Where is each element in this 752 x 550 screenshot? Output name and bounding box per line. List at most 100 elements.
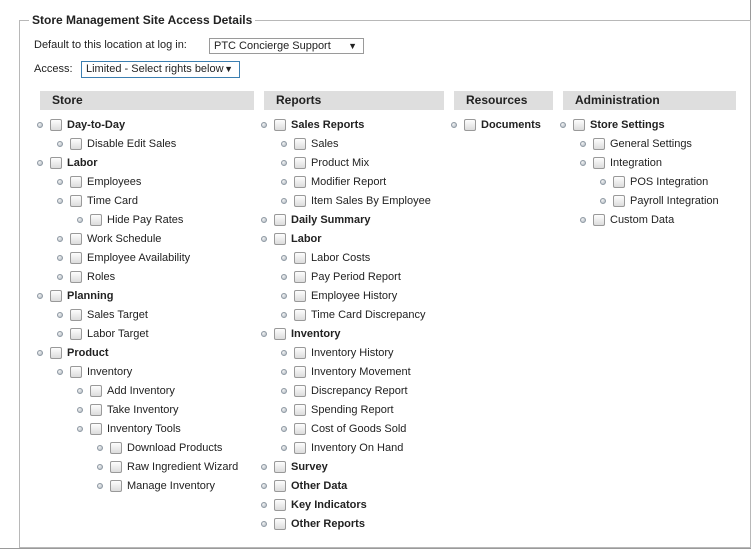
tree-bullet-icon[interactable]: [600, 179, 606, 185]
permission-checkbox[interactable]: [70, 328, 82, 340]
tree-bullet-icon[interactable]: [37, 350, 43, 356]
permission-checkbox[interactable]: [613, 176, 625, 188]
permission-checkbox[interactable]: [294, 404, 306, 416]
tree-bullet-icon[interactable]: [261, 122, 267, 128]
tree-bullet-icon[interactable]: [281, 179, 287, 185]
permission-checkbox[interactable]: [90, 423, 102, 435]
tree-bullet-icon[interactable]: [281, 293, 287, 299]
tree-bullet-icon[interactable]: [281, 312, 287, 318]
tree-bullet-icon[interactable]: [580, 160, 586, 166]
permission-checkbox[interactable]: [274, 461, 286, 473]
tree-bullet-icon[interactable]: [57, 331, 63, 337]
permission-checkbox[interactable]: [70, 138, 82, 150]
permission-checkbox[interactable]: [50, 157, 62, 169]
tree-bullet-icon[interactable]: [580, 141, 586, 147]
tree-bullet-icon[interactable]: [600, 198, 606, 204]
tree-bullet-icon[interactable]: [57, 141, 63, 147]
tree-bullet-icon[interactable]: [261, 521, 267, 527]
permission-checkbox[interactable]: [70, 176, 82, 188]
permission-checkbox[interactable]: [110, 480, 122, 492]
permission-checkbox[interactable]: [464, 119, 476, 131]
tree-bullet-icon[interactable]: [261, 483, 267, 489]
permission-checkbox[interactable]: [50, 347, 62, 359]
permission-checkbox[interactable]: [70, 271, 82, 283]
tree-bullet-icon[interactable]: [281, 445, 287, 451]
tree-bullet-icon[interactable]: [77, 388, 83, 394]
tree-bullet-icon[interactable]: [97, 445, 103, 451]
permission-checkbox[interactable]: [274, 119, 286, 131]
access-select[interactable]: Limited - Select rights below ▼: [81, 61, 240, 78]
permission-checkbox[interactable]: [90, 404, 102, 416]
tree-bullet-icon[interactable]: [281, 426, 287, 432]
tree-bullet-icon[interactable]: [261, 464, 267, 470]
permission-checkbox[interactable]: [294, 138, 306, 150]
tree-bullet-icon[interactable]: [37, 160, 43, 166]
permission-checkbox[interactable]: [110, 461, 122, 473]
default-location-select[interactable]: PTC Concierge Support ▼: [209, 38, 364, 54]
tree-bullet-icon[interactable]: [261, 331, 267, 337]
tree-bullet-icon[interactable]: [97, 483, 103, 489]
permission-checkbox[interactable]: [294, 290, 306, 302]
tree-bullet-icon[interactable]: [57, 255, 63, 261]
tree-bullet-icon[interactable]: [57, 198, 63, 204]
permission-checkbox[interactable]: [70, 309, 82, 321]
tree-bullet-icon[interactable]: [77, 407, 83, 413]
permission-checkbox[interactable]: [294, 252, 306, 264]
permission-checkbox[interactable]: [593, 214, 605, 226]
permission-checkbox[interactable]: [110, 442, 122, 454]
tree-bullet-icon[interactable]: [281, 388, 287, 394]
permission-checkbox[interactable]: [593, 157, 605, 169]
permission-checkbox[interactable]: [274, 499, 286, 511]
tree-bullet-icon[interactable]: [57, 236, 63, 242]
tree-bullet-icon[interactable]: [57, 179, 63, 185]
permission-checkbox[interactable]: [90, 385, 102, 397]
permission-checkbox[interactable]: [294, 271, 306, 283]
permission-checkbox[interactable]: [294, 423, 306, 435]
tree-bullet-icon[interactable]: [281, 141, 287, 147]
tree-bullet-icon[interactable]: [281, 407, 287, 413]
tree-bullet-icon[interactable]: [281, 350, 287, 356]
permission-checkbox[interactable]: [294, 442, 306, 454]
tree-bullet-icon[interactable]: [57, 312, 63, 318]
tree-bullet-icon[interactable]: [261, 502, 267, 508]
permission-checkbox[interactable]: [294, 366, 306, 378]
permission-checkbox[interactable]: [593, 138, 605, 150]
tree-bullet-icon[interactable]: [281, 255, 287, 261]
tree-bullet-icon[interactable]: [77, 426, 83, 432]
permission-checkbox[interactable]: [70, 233, 82, 245]
permission-checkbox[interactable]: [294, 347, 306, 359]
tree-bullet-icon[interactable]: [37, 122, 43, 128]
tree-bullet-icon[interactable]: [97, 464, 103, 470]
permission-checkbox[interactable]: [294, 195, 306, 207]
tree-bullet-icon[interactable]: [281, 160, 287, 166]
tree-bullet-icon[interactable]: [261, 217, 267, 223]
tree-bullet-icon[interactable]: [281, 369, 287, 375]
permission-checkbox[interactable]: [50, 119, 62, 131]
permission-checkbox[interactable]: [70, 252, 82, 264]
tree-bullet-icon[interactable]: [281, 274, 287, 280]
permission-checkbox[interactable]: [294, 176, 306, 188]
permission-checkbox[interactable]: [274, 518, 286, 530]
permission-checkbox[interactable]: [70, 366, 82, 378]
tree-bullet-icon[interactable]: [560, 122, 566, 128]
tree-bullet-icon[interactable]: [57, 369, 63, 375]
tree-bullet-icon[interactable]: [37, 293, 43, 299]
permission-checkbox[interactable]: [90, 214, 102, 226]
permission-checkbox[interactable]: [274, 328, 286, 340]
permission-checkbox[interactable]: [294, 385, 306, 397]
permission-checkbox[interactable]: [294, 309, 306, 321]
permission-checkbox[interactable]: [613, 195, 625, 207]
permission-checkbox[interactable]: [274, 233, 286, 245]
permission-checkbox[interactable]: [294, 157, 306, 169]
tree-bullet-icon[interactable]: [77, 217, 83, 223]
tree-bullet-icon[interactable]: [261, 236, 267, 242]
permission-checkbox[interactable]: [274, 214, 286, 226]
permission-checkbox[interactable]: [274, 480, 286, 492]
permission-checkbox[interactable]: [70, 195, 82, 207]
tree-bullet-icon[interactable]: [281, 198, 287, 204]
tree-bullet-icon[interactable]: [57, 274, 63, 280]
tree-bullet-icon[interactable]: [580, 217, 586, 223]
tree-bullet-icon[interactable]: [451, 122, 457, 128]
permission-checkbox[interactable]: [573, 119, 585, 131]
permission-checkbox[interactable]: [50, 290, 62, 302]
